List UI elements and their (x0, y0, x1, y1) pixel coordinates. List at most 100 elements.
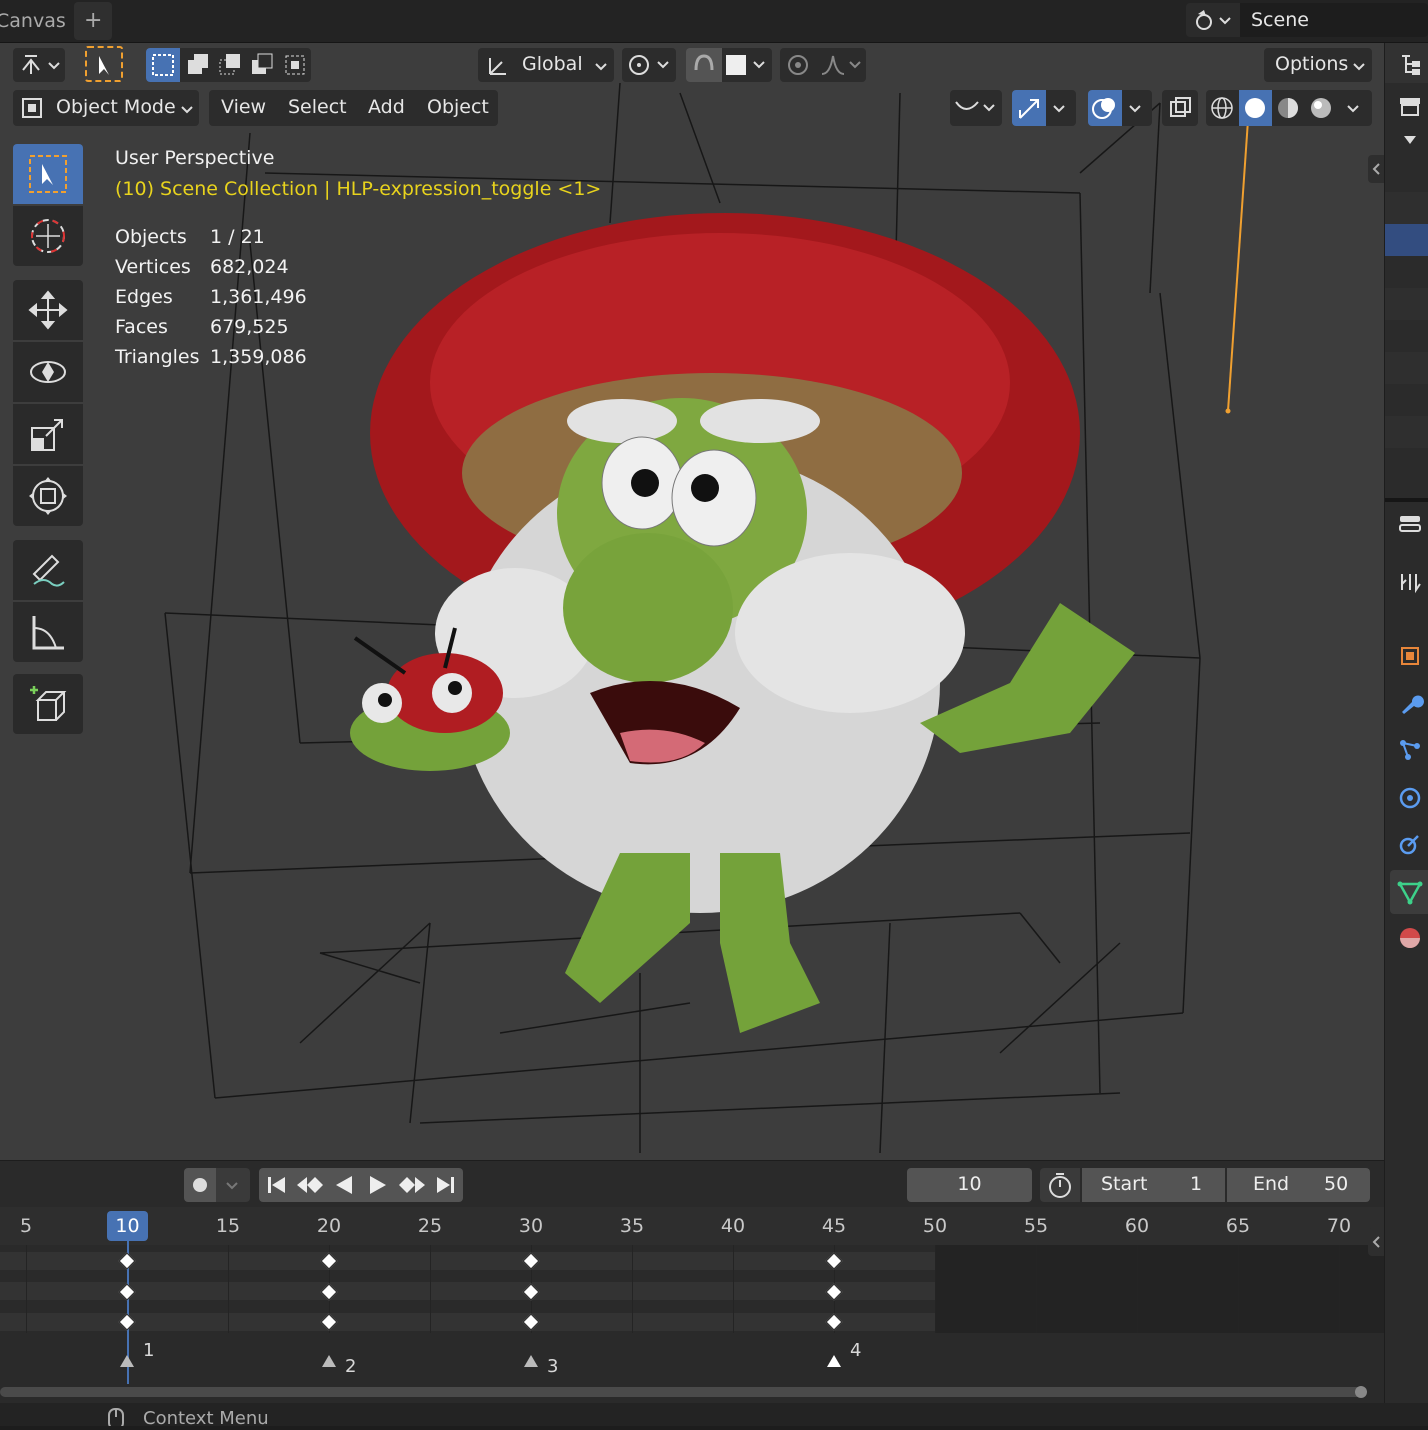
select-extend-button[interactable] (182, 48, 214, 82)
object-properties-icon[interactable] (1392, 638, 1428, 674)
select-invert-button[interactable] (246, 48, 278, 82)
timeline-marker[interactable] (827, 1355, 841, 1367)
ruler-gridline (26, 1245, 27, 1333)
timeline-marker[interactable] (120, 1355, 134, 1367)
material-icon[interactable] (1392, 920, 1428, 956)
3d-viewport[interactable] (0, 43, 1384, 1160)
add-cube-icon (30, 686, 67, 721)
select-tool-indicator[interactable] (85, 46, 123, 82)
cursor-tool[interactable] (13, 206, 83, 266)
modifier-wrench-icon[interactable] (1392, 686, 1428, 722)
ruler-icon (32, 616, 64, 650)
proportional-editing-toggle[interactable] (780, 48, 816, 82)
channel-row (0, 1313, 936, 1331)
add-workspace-button[interactable]: + (84, 8, 102, 33)
rotate-icon (30, 361, 66, 383)
ruler-gridline (1238, 1245, 1239, 1333)
timeline-scrollbar[interactable] (0, 1387, 1364, 1397)
material-shading-button[interactable] (1272, 90, 1305, 126)
move-arrows-icon (28, 290, 68, 330)
physics-icon[interactable] (1392, 780, 1428, 816)
keying-dropdown[interactable] (216, 1168, 250, 1202)
outliner-icon[interactable] (1392, 46, 1428, 82)
ruler-gridline (228, 1245, 229, 1333)
material-sphere-icon (1278, 98, 1298, 118)
workspace-tab-canvas[interactable]: Canvas (0, 10, 66, 32)
preview-range-toggle[interactable] (1040, 1168, 1080, 1202)
collapse-arrow-icon[interactable] (1392, 122, 1428, 158)
cursor-icon (99, 56, 109, 75)
play-button[interactable] (361, 1168, 395, 1202)
record-keyframes-button[interactable] (184, 1168, 216, 1202)
jump-prev-keyframe-button[interactable] (293, 1168, 327, 1202)
select-intersect-button[interactable] (278, 48, 310, 82)
play-reverse-button[interactable] (327, 1168, 361, 1202)
menu-select[interactable]: Select (288, 96, 347, 118)
shading-options-dropdown[interactable] (1338, 90, 1372, 126)
jump-end-icon (437, 1177, 454, 1193)
ruler-frame-label: 25 (417, 1215, 443, 1237)
end-frame-field[interactable] (1227, 1168, 1370, 1202)
sidebar-toggle[interactable] (1368, 155, 1384, 183)
overlays-icon (1092, 98, 1115, 119)
transform-tool[interactable] (13, 466, 83, 526)
play-icon (370, 1176, 386, 1194)
scene-name[interactable]: Scene (1251, 9, 1309, 31)
jump-to-start-button[interactable] (259, 1168, 293, 1202)
pivot-point-dropdown[interactable] (622, 48, 676, 82)
annotate-tool[interactable] (13, 540, 83, 600)
gizmo-dropdown[interactable] (1046, 90, 1076, 126)
ruler-gridline (1137, 1245, 1138, 1333)
menu-add[interactable]: Add (368, 96, 405, 118)
measure-tool[interactable] (13, 602, 83, 662)
menu-view[interactable]: View (221, 96, 266, 118)
scale-icon (31, 419, 63, 451)
timeline-marker[interactable] (524, 1355, 538, 1367)
jump-to-end-button[interactable] (429, 1168, 463, 1202)
magnet-icon (694, 54, 714, 71)
tool-options-button[interactable] (13, 48, 65, 82)
timeline-sidebar-toggle[interactable] (1368, 1228, 1384, 1256)
ruler-gridline (1036, 1245, 1037, 1333)
ruler-gridline (430, 1245, 431, 1333)
snap-increment-icon (726, 55, 765, 75)
solid-shading-button[interactable] (1239, 90, 1272, 126)
object-type-visibility-dropdown[interactable] (950, 90, 1002, 126)
wireframe-shading-button[interactable] (1206, 90, 1239, 126)
filter-icon[interactable] (1392, 88, 1428, 124)
select-new-mode-button[interactable] (146, 48, 180, 82)
editor-type-icon[interactable] (1392, 506, 1428, 542)
proportional-falloff-dropdown[interactable] (816, 48, 866, 82)
overlays-dropdown[interactable] (1122, 90, 1152, 126)
menu-object[interactable]: Object (427, 96, 489, 118)
select-subtract-button[interactable] (214, 48, 246, 82)
snap-target-dropdown[interactable] (722, 48, 772, 82)
rendered-shading-button[interactable] (1305, 90, 1338, 126)
chevron-down-icon (1352, 58, 1366, 77)
add-cube-tool[interactable] (13, 674, 83, 734)
gizmo-toggle[interactable] (1012, 90, 1046, 126)
constraints-icon[interactable] (1392, 826, 1428, 862)
pivot-point-icon (629, 55, 669, 75)
scrollbar-handle[interactable] (1355, 1386, 1367, 1398)
snap-toggle[interactable] (686, 48, 722, 82)
mouse-right-click-icon (106, 1407, 126, 1430)
rotate-tool[interactable] (13, 342, 83, 402)
stat-value-edges: 1,361,496 (210, 286, 307, 308)
end-frame-label: End (1253, 1173, 1290, 1195)
timeline-marker[interactable] (322, 1355, 336, 1367)
tool-properties-icon[interactable] (1392, 564, 1428, 600)
mesh-data-icon[interactable] (1392, 874, 1428, 910)
xray-icon (1170, 97, 1191, 117)
jump-next-keyframe-button[interactable] (395, 1168, 429, 1202)
marker-region (0, 1333, 1384, 1385)
move-tool[interactable] (13, 280, 83, 340)
scene-icon[interactable] (1192, 8, 1236, 32)
particles-icon[interactable] (1392, 732, 1428, 768)
playhead-frame-number: 10 (115, 1215, 140, 1237)
stat-value-objects: 1 / 21 (210, 226, 265, 248)
overlays-toggle[interactable] (1088, 90, 1122, 126)
select-box-tool[interactable] (13, 144, 83, 204)
scale-tool[interactable] (13, 404, 83, 464)
xray-toggle[interactable] (1162, 90, 1198, 126)
